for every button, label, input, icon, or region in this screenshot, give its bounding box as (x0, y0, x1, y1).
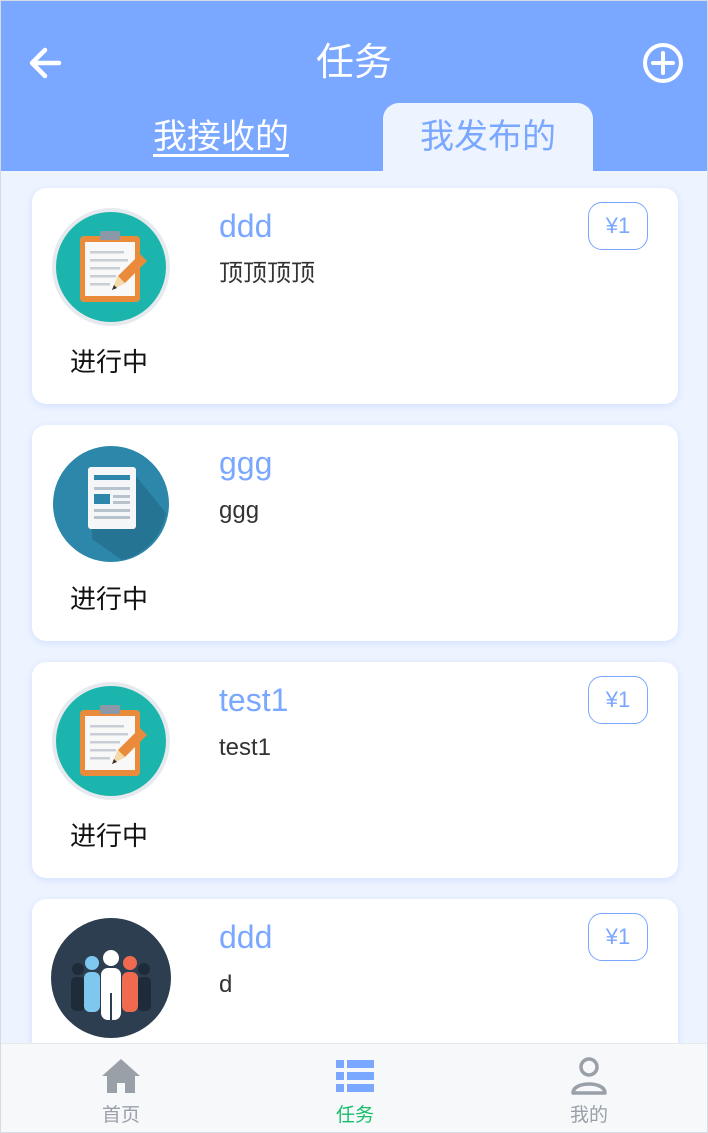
task-title: ddd (219, 919, 273, 955)
people-icon (51, 918, 171, 1038)
task-description: d (219, 971, 233, 998)
tab-received[interactable]: 我接收的 (121, 103, 321, 171)
clipboard-icon (52, 682, 170, 800)
tab-published[interactable]: 我发布的 (383, 103, 593, 171)
nav-item-mine[interactable]: 我的 (471, 1044, 707, 1132)
page-title: 任务 (315, 42, 392, 84)
task-description: test1 (219, 734, 272, 761)
task-title: ggg (219, 445, 273, 481)
bottom-nav: 首页 任务 我的 (1, 1043, 707, 1132)
price-badge[interactable]: ¥1 (588, 676, 648, 724)
home-icon (102, 1059, 140, 1093)
nav-item-tasks[interactable]: 任务 (237, 1044, 473, 1132)
task-title: test1 (219, 682, 289, 718)
nav-item-home[interactable]: 首页 (3, 1044, 239, 1132)
task-status: 进行中 (70, 584, 149, 614)
task-card[interactable]: ddd d ¥1 (32, 899, 678, 1043)
task-list: 进行中 ddd 顶顶顶顶 ¥1 进行中 ggg ggg 进行中 test1 te… (1, 171, 707, 1043)
task-card[interactable]: 进行中 ddd 顶顶顶顶 ¥1 (32, 188, 678, 404)
clipboard-icon (52, 208, 170, 326)
task-card[interactable]: 进行中 ggg ggg (32, 425, 678, 641)
document-icon (53, 446, 169, 562)
nav-label: 首页 (101, 1105, 140, 1126)
header: 任务 我接收的 我发布的 (1, 1, 707, 171)
price-badge[interactable]: ¥1 (588, 202, 648, 250)
add-task-button[interactable] (641, 41, 685, 85)
nav-label: 任务 (335, 1105, 374, 1126)
task-status: 进行中 (70, 821, 149, 851)
list-icon (336, 1060, 374, 1092)
task-description: 顶顶顶顶 (219, 260, 315, 287)
app-frame: 任务 我接收的 我发布的 进行中 ddd 顶顶顶顶 ¥1 进行中 ggg ggg… (0, 0, 708, 1133)
task-title: ddd (219, 208, 273, 244)
task-card[interactable]: 进行中 test1 test1 ¥1 (32, 662, 678, 878)
price-badge[interactable]: ¥1 (588, 913, 648, 961)
nav-label: 我的 (569, 1105, 608, 1126)
user-icon (571, 1057, 607, 1095)
plus-circle-icon (643, 43, 683, 83)
task-description: ggg (219, 497, 260, 524)
task-status: 进行中 (70, 347, 149, 377)
